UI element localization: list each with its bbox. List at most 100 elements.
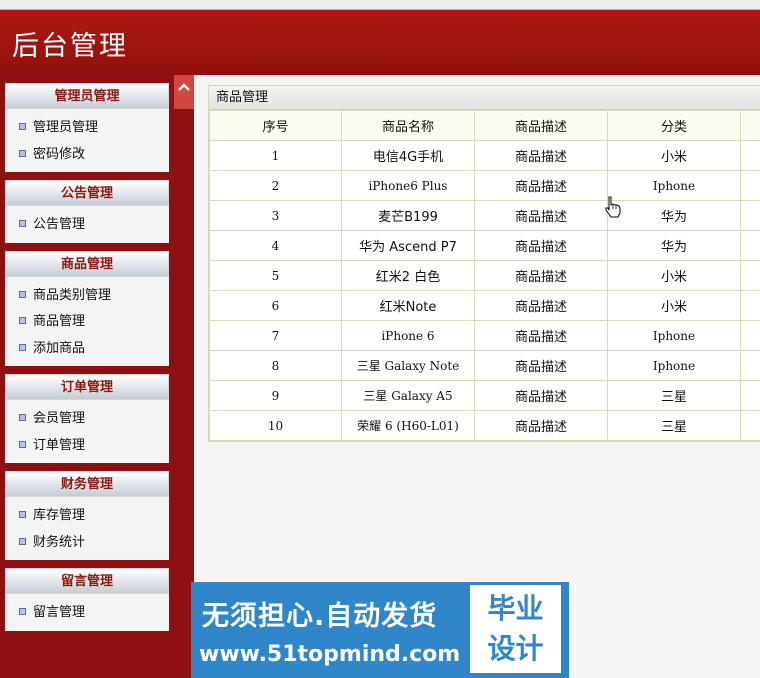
cell-overflow [740, 140, 760, 171]
menu-group-title[interactable]: 订单管理 [5, 374, 169, 400]
sidebar-item-notice-manage[interactable]: 公告管理 [5, 212, 169, 239]
sidebar-item-add-product[interactable]: 添加商品 [5, 336, 169, 363]
square-bullet-icon [19, 317, 26, 324]
cell-name: 三星 Galaxy Note [341, 350, 475, 381]
cell-desc: 商品描述 [474, 320, 608, 351]
sidebar-item-order-manage[interactable]: 订单管理 [5, 433, 169, 460]
column-header: 商品名称 [341, 110, 475, 141]
sidebar-item-admin-manage[interactable]: 管理员管理 [5, 115, 169, 142]
table-row[interactable]: 8 三星 Galaxy Note 商品描述 Iphone [209, 350, 760, 381]
cell-desc: 商品描述 [474, 380, 608, 411]
menu-group-title[interactable]: 商品管理 [5, 250, 169, 277]
cell-desc: 商品描述 [474, 260, 608, 291]
sidebar: 管理员管理 管理员管理 密码修改 公告管理 公告管理 商品管理 商品类别管理 商… [5, 83, 169, 639]
cell-category: 小米 [607, 260, 741, 291]
sidebar-item-message-manage[interactable]: 留言管理 [5, 600, 169, 627]
cell-overflow [740, 170, 760, 201]
hand-pointer-icon [605, 196, 621, 218]
cell-category: 三星 [607, 380, 741, 411]
cell-desc: 商品描述 [474, 200, 608, 231]
sidebar-item-label: 留言管理 [33, 605, 86, 620]
watermark-banner: 无须担心.自动发货 www.51topmind.com 毕业 设计 [191, 582, 569, 678]
cell-name: 红米Note [341, 290, 475, 321]
cell-desc: 商品描述 [474, 290, 608, 321]
square-bullet-icon [19, 440, 26, 448]
cell-id: 2 [209, 170, 342, 201]
menu-group-finance: 财务管理 库存管理 财务统计 [5, 471, 169, 560]
sidebar-item-label: 库存管理 [33, 508, 86, 523]
cell-name: 红米2 白色 [341, 260, 475, 291]
cell-id: 9 [209, 380, 342, 411]
table-row[interactable]: 6 红米Note 商品描述 小米 [209, 290, 760, 321]
table-row[interactable]: 2 iPhone6 Plus 商品描述 Iphone [209, 170, 760, 201]
chevron-up-icon [178, 83, 190, 91]
column-header-overflow [740, 110, 760, 141]
sidebar-item-label: 会员管理 [33, 411, 86, 426]
table-row[interactable]: 3 麦芒B199 商品描述 华为 [209, 200, 760, 231]
cell-name: 华为 Ascend P7 [341, 230, 475, 261]
product-table: 序号 商品名称 商品描述 分类 1 电信4G手机 商品描述 小米 2 iPhon… [209, 110, 760, 441]
app-title: 后台管理 [12, 31, 128, 62]
cell-category: 华为 [607, 200, 741, 231]
sidebar-item-label: 订单管理 [33, 437, 86, 453]
square-bullet-icon [19, 511, 26, 518]
column-header: 分类 [607, 110, 741, 141]
watermark-slogan: 无须担心.自动发货 [202, 601, 438, 632]
square-bullet-icon [19, 343, 26, 351]
square-bullet-icon [19, 537, 26, 545]
table-row[interactable]: 9 三星 Galaxy A5 商品描述 三星 [209, 380, 760, 411]
square-bullet-icon [19, 608, 26, 615]
product-panel: 商品管理 序号 商品名称 商品描述 分类 1 电信4G手机 商品描述 小米 2 … [208, 85, 760, 442]
sidebar-item-label: 公告管理 [33, 217, 86, 232]
sidebar-item-stock-manage[interactable]: 库存管理 [5, 503, 169, 530]
cell-id: 6 [209, 290, 342, 321]
menu-group-admin: 管理员管理 管理员管理 密码修改 [5, 83, 169, 172]
watermark-url: www.51topmind.com [199, 642, 461, 667]
cell-id: 10 [209, 410, 342, 441]
cell-name: 电信4G手机 [341, 140, 475, 171]
cell-name: iPhone6 Plus [341, 170, 475, 201]
menu-group-title[interactable]: 留言管理 [5, 568, 169, 594]
cell-id: 4 [209, 230, 342, 261]
sidebar-item-finance-stats[interactable]: 财务统计 [5, 530, 169, 557]
sidebar-item-member-manage[interactable]: 会员管理 [5, 406, 169, 433]
cell-overflow [740, 410, 760, 441]
cell-id: 7 [209, 320, 342, 351]
top-strip [0, 0, 760, 10]
table-row[interactable]: 10 荣耀 6 (H60-L01) 商品描述 三星 [209, 410, 760, 441]
menu-group-title[interactable]: 财务管理 [5, 471, 169, 497]
square-bullet-icon [19, 290, 26, 298]
sidebar-item-password[interactable]: 密码修改 [5, 142, 169, 169]
sidebar-item-label: 密码修改 [33, 146, 86, 162]
cell-name: 麦芒B199 [341, 200, 475, 231]
cell-id: 3 [209, 200, 342, 231]
cell-overflow [740, 200, 760, 231]
watermark-badge-line1: 毕业 [487, 592, 544, 625]
table-row[interactable]: 4 华为 Ascend P7 商品描述 华为 [209, 230, 760, 261]
square-bullet-icon [19, 414, 26, 421]
table-row[interactable]: 5 红米2 白色 商品描述 小米 [209, 260, 760, 291]
sidebar-item-label: 商品类别管理 [33, 287, 112, 303]
cell-desc: 商品描述 [474, 410, 608, 441]
cell-overflow [740, 350, 760, 381]
sidebar-item-product-manage[interactable]: 商品管理 [5, 309, 169, 336]
square-bullet-icon [19, 220, 26, 227]
cell-desc: 商品描述 [474, 230, 608, 261]
cell-category: Iphone [607, 320, 741, 351]
cell-desc: 商品描述 [474, 350, 608, 381]
cell-name: 三星 Galaxy A5 [341, 380, 475, 411]
watermark-badge-line2: 设计 [487, 632, 544, 665]
sidebar-item-label: 管理员管理 [33, 120, 99, 135]
sidebar-collapse-button[interactable] [174, 75, 194, 109]
cell-overflow [740, 230, 760, 261]
cell-category: Iphone [607, 350, 741, 381]
menu-group-title[interactable]: 管理员管理 [5, 83, 169, 109]
menu-group-title[interactable]: 公告管理 [5, 180, 169, 206]
table-row[interactable]: 7 iPhone 6 商品描述 Iphone [209, 320, 760, 351]
cell-name: 荣耀 6 (H60-L01) [341, 410, 475, 441]
table-row[interactable]: 1 电信4G手机 商品描述 小米 [209, 140, 760, 171]
menu-group-product: 商品管理 商品类别管理 商品管理 添加商品 [5, 250, 169, 366]
sidebar-item-category-manage[interactable]: 商品类别管理 [5, 283, 169, 310]
cell-id: 5 [209, 260, 342, 291]
square-bullet-icon [19, 123, 26, 130]
